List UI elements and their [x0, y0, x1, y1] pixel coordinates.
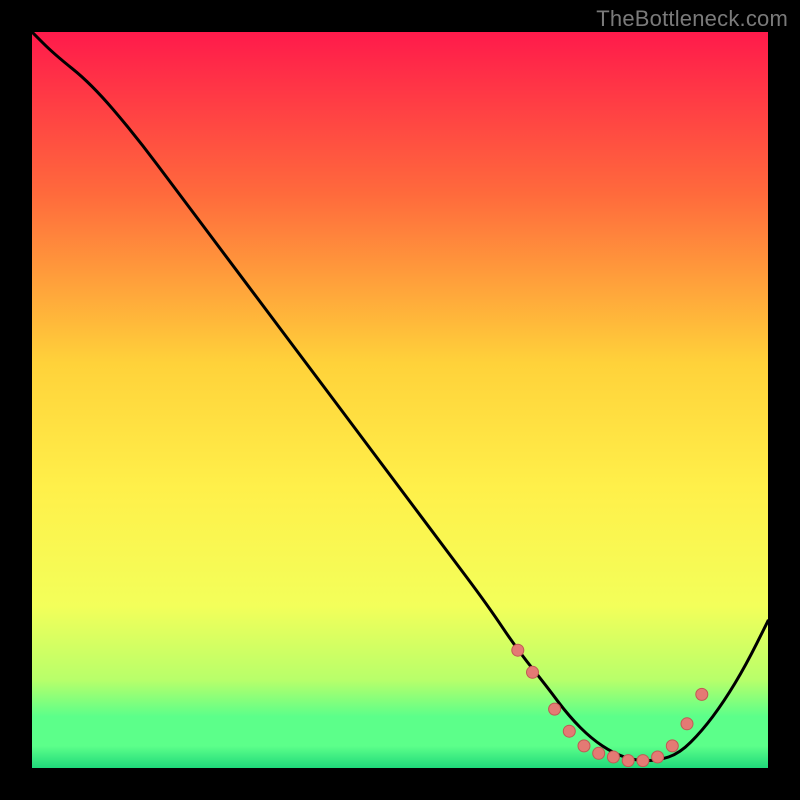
- curve-marker: [666, 740, 678, 752]
- curve-marker: [607, 751, 619, 763]
- curve-marker: [527, 666, 539, 678]
- curve-marker: [512, 644, 524, 656]
- curve-marker: [578, 740, 590, 752]
- curve-marker: [696, 688, 708, 700]
- highlighted-points: [512, 644, 708, 766]
- curve-layer: [32, 32, 768, 768]
- curve-marker: [593, 747, 605, 759]
- curve-marker: [652, 751, 664, 763]
- curve-marker: [563, 725, 575, 737]
- curve-marker: [549, 703, 561, 715]
- curve-marker: [622, 755, 634, 767]
- chart-stage: TheBottleneck.com: [0, 0, 800, 800]
- plot-area: [32, 32, 768, 768]
- curve-marker: [681, 718, 693, 730]
- curve-marker: [637, 755, 649, 767]
- bottleneck-curve: [32, 32, 768, 761]
- watermark-text: TheBottleneck.com: [596, 6, 788, 32]
